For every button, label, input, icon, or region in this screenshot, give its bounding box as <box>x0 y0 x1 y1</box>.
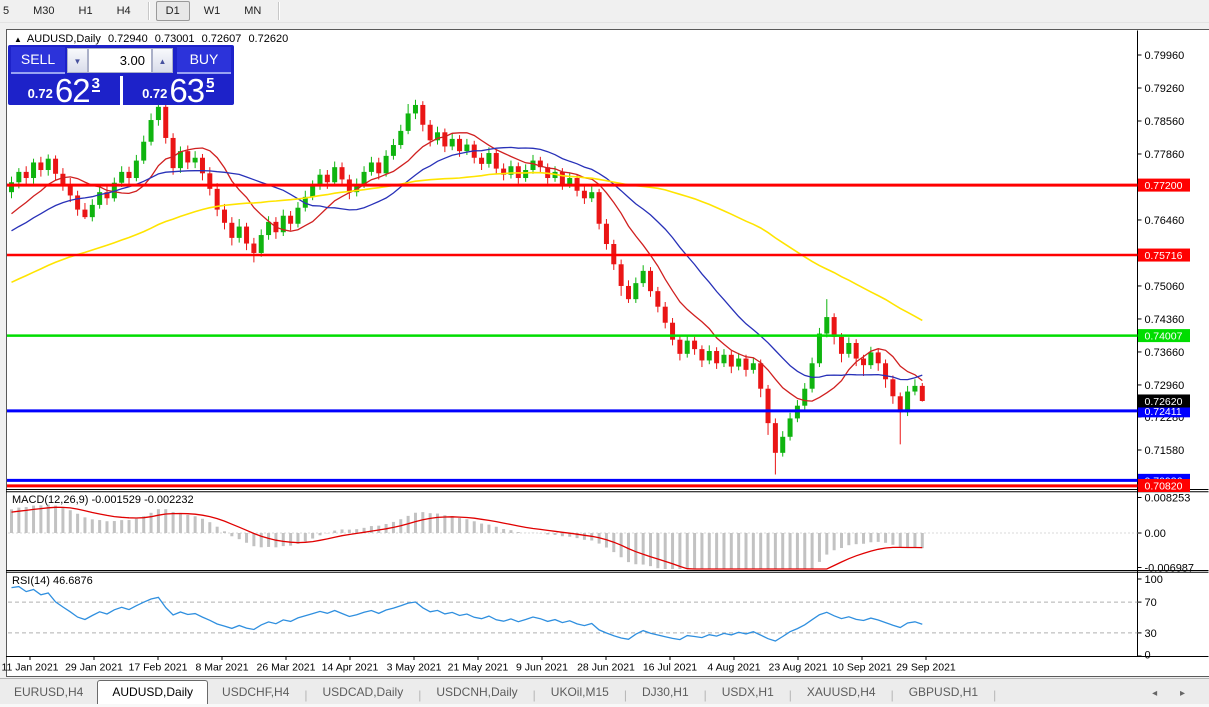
timeframe-button-h1[interactable]: H1 <box>69 1 103 21</box>
svg-text:0.75716: 0.75716 <box>1145 250 1183 262</box>
svg-text:100: 100 <box>1145 574 1163 586</box>
ohlc-high: 0.73001 <box>154 33 195 45</box>
sell-price-big: 62 <box>54 72 91 109</box>
svg-text:0.72960: 0.72960 <box>1145 380 1185 392</box>
chart-tab-usdcad-daily[interactable]: USDCAD,Daily <box>309 682 418 704</box>
candlestick-series <box>9 99 925 475</box>
svg-text:0.79260: 0.79260 <box>1145 83 1185 95</box>
volume-input[interactable]: 3.00 <box>88 48 152 73</box>
one-click-trading-panel: SELL ▼ 3.00 ▲ BUY 0.72 62 3 0.72 63 5 <box>8 45 235 109</box>
svg-text:0.76460: 0.76460 <box>1145 215 1185 227</box>
macd-signal-line <box>11 506 923 570</box>
svg-text:29 Jan 2021: 29 Jan 2021 <box>65 662 123 674</box>
svg-text:0: 0 <box>1145 650 1151 662</box>
svg-text:0.74360: 0.74360 <box>1145 314 1185 326</box>
svg-text:0.00: 0.00 <box>1145 528 1166 540</box>
svg-text:14 Apr 2021: 14 Apr 2021 <box>322 662 379 674</box>
buy-price-big: 63 <box>169 72 205 109</box>
rsi-label: RSI(14) 46.6876 <box>12 575 93 587</box>
svg-text:0.72620: 0.72620 <box>1145 396 1183 408</box>
svg-text:0.71580: 0.71580 <box>1145 445 1185 457</box>
svg-text:0.77860: 0.77860 <box>1145 149 1185 161</box>
rsi-indicator: 100 70 30 0 RSI(14) 46.6876 <box>8 574 1163 662</box>
chart-tab-ukoil-m15[interactable]: UKOil,M15 <box>537 682 623 704</box>
svg-text:0.77200: 0.77200 <box>1145 180 1183 192</box>
svg-text:23 Aug 2021: 23 Aug 2021 <box>769 662 828 674</box>
chart-tab-usdcnh-daily[interactable]: USDCNH,Daily <box>422 682 531 704</box>
svg-text:21 May 2021: 21 May 2021 <box>448 662 509 674</box>
sell-button[interactable]: SELL <box>11 47 65 74</box>
collapse-arrow-icon[interactable]: ▲ <box>14 35 22 44</box>
ohlc-close: 0.72620 <box>248 33 289 45</box>
chart-symbol-label: AUDUSD,Daily <box>26 33 101 45</box>
svg-text:16 Jul 2021: 16 Jul 2021 <box>643 662 697 674</box>
date-axis: 11 Jan 2021 29 Jan 2021 17 Feb 2021 8 Mar 2… <box>1 656 956 674</box>
timeframe-button-5[interactable]: 5 <box>0 1 19 21</box>
svg-text:0.79960: 0.79960 <box>1145 50 1185 62</box>
svg-text:30: 30 <box>1145 628 1157 640</box>
timeframe-button-mn[interactable]: MN <box>234 1 271 21</box>
svg-text:8 Mar 2021: 8 Mar 2021 <box>195 662 248 674</box>
svg-text:4 Aug 2021: 4 Aug 2021 <box>707 662 760 674</box>
timeframe-button-w1[interactable]: W1 <box>194 1 231 21</box>
chart-tab-eurusd-h4[interactable]: EURUSD,H4 <box>0 682 97 704</box>
chart-tab-gbpusd-h1[interactable]: GBPUSD,H1 <box>895 682 992 704</box>
svg-text:11 Jan 2021: 11 Jan 2021 <box>1 662 58 674</box>
svg-text:0.74007: 0.74007 <box>1145 331 1183 343</box>
svg-text:26 Mar 2021: 26 Mar 2021 <box>257 662 316 674</box>
svg-text:10 Sep 2021: 10 Sep 2021 <box>832 662 892 674</box>
timeframe-button-d1[interactable]: D1 <box>155 1 190 21</box>
macd-label: MACD(12,26,9) -0.001529 -0.002232 <box>12 494 194 506</box>
sell-price-sup: 3 <box>91 75 100 92</box>
svg-text:3 May 2021: 3 May 2021 <box>387 662 442 674</box>
moving-average-55 <box>11 171 923 322</box>
svg-text:0.75060: 0.75060 <box>1145 281 1185 293</box>
chart-tab-usdchf-h4[interactable]: USDCHF,H4 <box>208 682 303 704</box>
svg-text:9 Jun 2021: 9 Jun 2021 <box>516 662 568 674</box>
buy-price-sup: 5 <box>206 75 215 92</box>
svg-text:28 Jun 2021: 28 Jun 2021 <box>577 662 635 674</box>
svg-text:17 Feb 2021: 17 Feb 2021 <box>129 662 188 674</box>
chart-header: ▲ AUDUSD,Daily 0.72940 0.73001 0.72607 0.… <box>14 33 292 45</box>
chart-tab-audusd-daily[interactable]: AUDUSD,Daily <box>97 680 209 704</box>
level-lines <box>7 183 1138 488</box>
price-axis: 0.79960 0.79260 0.78560 0.77860 0.76460 0.750… <box>1137 50 1190 493</box>
svg-text:70: 70 <box>1145 597 1157 609</box>
svg-text:0.70820: 0.70820 <box>1145 481 1183 493</box>
timeframe-button-h4[interactable]: H4 <box>107 1 141 21</box>
chart-tab-usdx-h1[interactable]: USDX,H1 <box>708 682 788 704</box>
trade-panel-prices: 0.72 62 3 0.72 63 5 <box>8 72 235 109</box>
sell-price-panel[interactable]: 0.72 62 3 <box>8 72 123 109</box>
moving-average-20 <box>11 146 923 381</box>
toolbar-separator <box>147 2 149 20</box>
tab-scroll-arrows[interactable]: ◂ ▸ <box>1152 688 1195 704</box>
toolbar-separator <box>278 2 280 20</box>
svg-text:-0.006987: -0.006987 <box>1145 563 1195 575</box>
svg-text:0.008253: 0.008253 <box>1145 493 1191 505</box>
svg-text:29 Sep 2021: 29 Sep 2021 <box>896 662 956 674</box>
ohlc-open: 0.72940 <box>107 33 148 45</box>
chart-tab-xauusd-h4[interactable]: XAUUSD,H4 <box>793 682 890 704</box>
sell-price-small: 0.72 <box>27 86 53 101</box>
chart-tab-bar: EURUSD,H4 AUDUSD,Daily USDCHF,H4 | USDCAD,Da… <box>0 678 1209 704</box>
timeframe-toolbar: 5 M30 H1 H4 D1 W1 MN <box>0 0 1209 23</box>
tab-separator: | <box>993 688 997 702</box>
buy-price-small: 0.72 <box>142 86 168 101</box>
macd-indicator: 0.008253 0.00 -0.006987 MACD(12,26,9) -0.00… <box>8 493 1194 575</box>
ohlc-low: 0.72607 <box>201 33 242 45</box>
buy-price-panel[interactable]: 0.72 63 5 <box>123 72 235 109</box>
svg-text:0.73660: 0.73660 <box>1145 347 1185 359</box>
chart-tab-dj30-h1[interactable]: DJ30,H1 <box>628 682 703 704</box>
timeframe-button-m30[interactable]: M30 <box>23 1 64 21</box>
svg-text:0.78560: 0.78560 <box>1145 116 1185 128</box>
buy-button[interactable]: BUY <box>177 47 231 74</box>
volume-increase-button[interactable]: ▲ <box>152 48 173 73</box>
volume-decrease-button[interactable]: ▼ <box>67 48 88 73</box>
